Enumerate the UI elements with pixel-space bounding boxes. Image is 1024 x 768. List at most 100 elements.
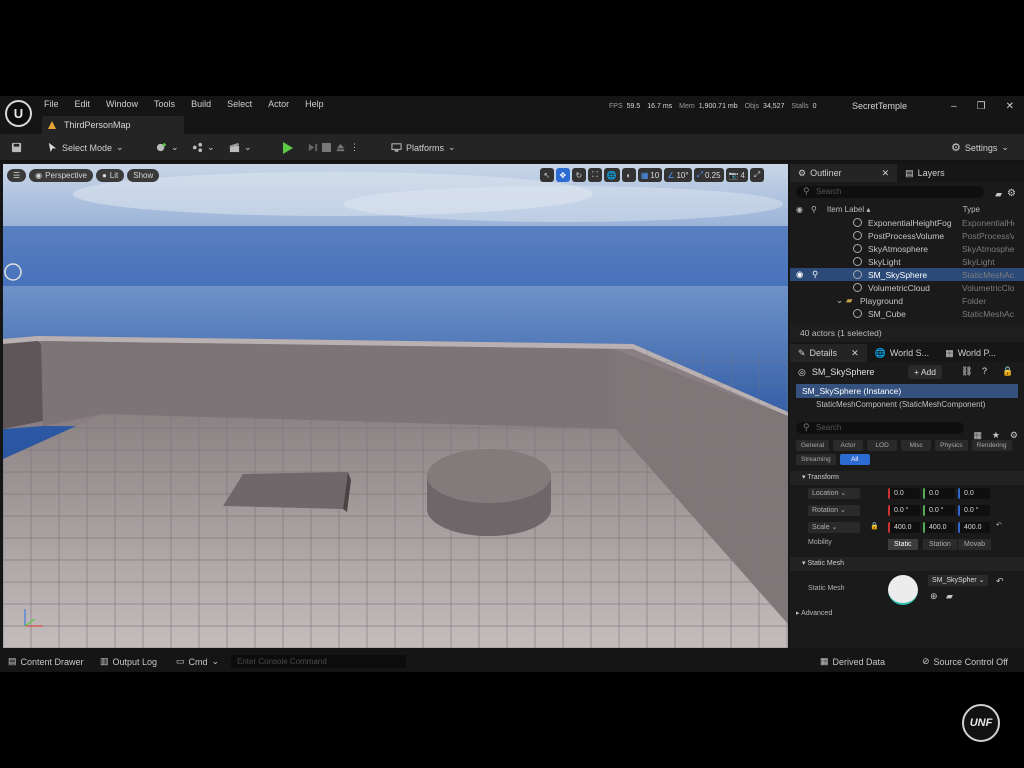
star-icon[interactable]: ★ [992, 430, 1000, 441]
folder-icon[interactable]: ▰ [946, 591, 953, 602]
mobility-movable[interactable]: Movab [958, 539, 992, 550]
type-column[interactable]: Type [963, 205, 980, 214]
location-z-field[interactable]: 0.0 [958, 488, 990, 499]
browse-icon[interactable]: ⊕ [930, 591, 938, 602]
static-mesh-dropdown[interactable]: SM_SkySpher ⌄ [928, 575, 988, 586]
step-icon[interactable] [307, 142, 318, 153]
pin-icon[interactable]: ⚲ [811, 205, 817, 214]
menu-window[interactable]: Window [106, 99, 144, 109]
mobility-static[interactable]: Static [888, 539, 918, 550]
lit-dropdown[interactable]: ● Lit [95, 168, 125, 182]
menu-build[interactable]: Build [191, 99, 217, 109]
cmd-dropdown[interactable]: ▭ Cmd ⌄ [176, 656, 219, 667]
list-item[interactable]: PostProcessVolume PostProcessVolume [790, 229, 1024, 242]
tab-world-partition[interactable]: ▦ World P... [937, 344, 1004, 362]
more-options-icon[interactable]: ⋮ [350, 142, 359, 153]
component-row[interactable]: StaticMeshComponent (StaticMeshComponent… [790, 398, 1024, 412]
filter-streaming[interactable]: Streaming [796, 454, 836, 465]
lock-icon[interactable]: 🔒 [1002, 366, 1013, 377]
close-icon[interactable]: ✕ [851, 348, 859, 359]
reset-icon[interactable]: ↶ [996, 521, 1002, 529]
gear-icon[interactable]: ⚙ [1007, 188, 1016, 199]
scale-z-field[interactable]: 400.0 [958, 522, 990, 533]
play-icon[interactable] [283, 141, 293, 154]
help-icon[interactable]: ? [982, 366, 987, 376]
list-item[interactable]: SkyAtmosphere SkyAtmosphere [790, 242, 1024, 255]
rotate-tool-icon[interactable]: ↻ [571, 168, 586, 182]
close-icon[interactable]: ✕ [882, 168, 890, 179]
table-view-icon[interactable]: ▦ [973, 430, 982, 441]
tab-outliner[interactable]: ⚙ Outliner ✕ [790, 164, 898, 182]
platforms-dropdown[interactable]: Platforms ⌄ [391, 140, 456, 155]
save-button[interactable] [11, 140, 22, 155]
outliner-search-input[interactable]: Search [796, 185, 984, 198]
map-tab[interactable]: ThirdPersonMap [42, 116, 184, 134]
rotation-y-field[interactable]: 0.0 ° [923, 505, 955, 516]
select-tool-icon[interactable]: ↖ [539, 168, 554, 182]
close-button[interactable]: ✕ [1006, 101, 1014, 112]
filter-all[interactable]: All [839, 454, 870, 465]
scale-dropdown[interactable]: Scale ⌄ [808, 522, 860, 533]
camera-speed-button[interactable]: 📷 4 [725, 168, 748, 182]
world-space-icon[interactable]: 🌐 [603, 168, 620, 182]
console-input[interactable]: Enter Console Command [231, 655, 406, 668]
select-mode-dropdown[interactable]: Select Mode ⌄ [47, 140, 124, 155]
blueprints-button[interactable]: ⌄ [192, 140, 215, 155]
settings-dropdown[interactable]: ⚙ Settings ⌄ [951, 140, 1009, 155]
menu-help[interactable]: Help [305, 99, 330, 109]
maximize-button[interactable]: ❐ [977, 101, 986, 112]
list-item[interactable]: VolumetricCloud VolumetricCloud [790, 281, 1024, 294]
scale-y-field[interactable]: 400.0 [923, 522, 955, 533]
rotation-dropdown[interactable]: Rotation ⌄ [808, 505, 860, 516]
static-mesh-section-header[interactable]: ▾ Static Mesh [790, 557, 1024, 571]
eye-icon[interactable]: ◉ [796, 205, 803, 214]
level-viewport[interactable]: ☰ ◉ Perspective ● Lit Show ↖ ✥ ↻ ⛶ 🌐 ◐ ▦ 1… [3, 164, 788, 648]
cinematics-button[interactable]: ⌄ [229, 140, 252, 155]
tab-world-settings[interactable]: 🌐 World S... [867, 344, 938, 362]
surface-snap-icon[interactable]: ◐ [621, 168, 636, 182]
actor-name[interactable]: SM_SkySphere [812, 367, 875, 377]
instance-row[interactable]: SM_SkySphere (Instance) [796, 384, 1018, 398]
list-item[interactable]: SM_Cube StaticMeshActor [790, 307, 1024, 320]
list-item[interactable]: ⌄ ▰ Playground Folder [790, 294, 1024, 307]
filter-lod[interactable]: LOD [867, 440, 898, 451]
location-y-field[interactable]: 0.0 [923, 488, 955, 499]
list-item[interactable]: ExponentialHeightFog ExponentialHeightFo… [790, 216, 1024, 229]
source-control-button[interactable]: ⊘ Source Control Off [922, 656, 1008, 667]
blueprint-icon[interactable]: ⛓ [961, 366, 972, 377]
menu-edit[interactable]: Edit [75, 99, 97, 109]
reset-icon[interactable]: ↶ [996, 576, 1004, 587]
viewport-menu-button[interactable]: ☰ [7, 168, 27, 182]
menu-file[interactable]: File [44, 99, 65, 109]
show-dropdown[interactable]: Show [127, 168, 160, 182]
scale-snap-toggle[interactable]: ⤢ 0.25 [693, 168, 724, 182]
tab-layers[interactable]: ▤ Layers [897, 164, 953, 182]
translate-tool-icon[interactable]: ✥ [555, 168, 570, 182]
lock-icon[interactable]: 🔒 [870, 522, 879, 530]
minimize-button[interactable]: – [951, 101, 957, 112]
rotation-z-field[interactable]: 0.0 ° [958, 505, 990, 516]
filter-actor[interactable]: Actor [833, 440, 864, 451]
location-x-field[interactable]: 0.0 [888, 488, 920, 499]
transform-section-header[interactable]: ▾ Transform [790, 471, 1024, 485]
filter-misc[interactable]: Misc [901, 440, 932, 451]
stop-icon[interactable] [322, 143, 331, 152]
mesh-thumbnail[interactable] [888, 575, 918, 605]
mobility-stationary[interactable]: Station [923, 539, 957, 550]
advanced-section[interactable]: ▸ Advanced [790, 609, 1024, 621]
gear-icon[interactable]: ⚙ [1010, 430, 1018, 441]
rotation-x-field[interactable]: 0.0 ° [888, 505, 920, 516]
unreal-logo-icon[interactable]: U [5, 100, 32, 127]
menu-select[interactable]: Select [227, 99, 258, 109]
eject-icon[interactable] [335, 142, 346, 153]
menu-tools[interactable]: Tools [154, 99, 181, 109]
output-log-button[interactable]: ▥ Output Log [100, 656, 157, 667]
perspective-dropdown[interactable]: ◉ Perspective [29, 168, 93, 182]
list-item[interactable]: SkyLight SkyLight [790, 255, 1024, 268]
item-label-column[interactable]: Item Label ▴ [827, 205, 871, 214]
maximize-viewport-icon[interactable]: ⤢ [750, 168, 764, 182]
location-dropdown[interactable]: Location ⌄ [808, 488, 860, 499]
tab-details[interactable]: ✎ Details ✕ [790, 344, 867, 362]
add-component-button[interactable]: + Add [908, 365, 942, 379]
grid-snap-toggle[interactable]: ▦ 10 [637, 168, 663, 182]
